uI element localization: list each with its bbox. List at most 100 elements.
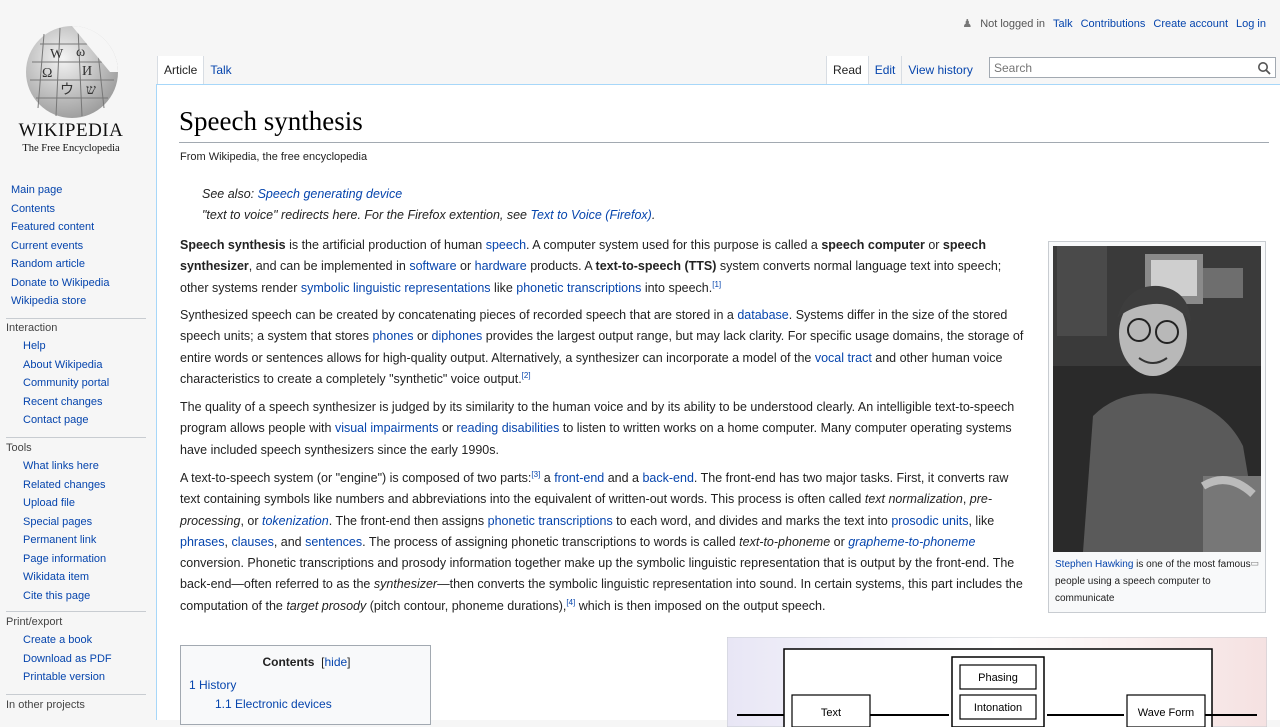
sidebar-item-wikidata-item[interactable]: Wikidata item: [23, 571, 89, 583]
sidebar-item-what-links-here[interactable]: What links here: [23, 460, 99, 472]
diagram-label-phasing: Phasing: [978, 672, 1018, 684]
citation-3[interactable]: [3]: [531, 470, 540, 479]
sidebar-interaction: Help About Wikipedia Community portal Re…: [23, 337, 109, 430]
link-hardware[interactable]: hardware: [475, 259, 527, 273]
sidebar-item-upload-file[interactable]: Upload file: [23, 497, 75, 509]
tagline: From Wikipedia, the free encyclopedia: [180, 151, 368, 163]
link-back-end[interactable]: back-end: [642, 471, 693, 485]
link-text-to-voice[interactable]: Text to Voice (Firefox): [530, 208, 651, 222]
sidebar-item-current-events[interactable]: Current events: [11, 240, 83, 252]
article-paragraph-4: A text-to-speech system (or "engine") is…: [180, 469, 1023, 613]
link-vocal-tract[interactable]: vocal tract: [815, 351, 872, 365]
namespace-tabs: Article Talk: [157, 56, 238, 84]
sidebar-item-random-article[interactable]: Random article: [11, 258, 85, 270]
tab-read[interactable]: Read: [826, 56, 868, 84]
sidebar-item-store[interactable]: Wikipedia store: [11, 295, 86, 307]
sidebar-tools: What links here Related changes Upload f…: [23, 457, 106, 605]
search-input[interactable]: [990, 58, 1248, 77]
citation-4[interactable]: [4]: [566, 598, 575, 607]
enlarge-icon[interactable]: ▭: [1250, 558, 1259, 569]
sidebar-item-download-pdf[interactable]: Download as PDF: [23, 653, 112, 665]
toc-hide-link[interactable]: hide: [324, 655, 347, 669]
personal-tools: ♟ Not logged in Talk Contributions Creat…: [962, 17, 1266, 31]
svg-text:Ω: Ω: [42, 66, 52, 81]
sidebar-item-printable-version[interactable]: Printable version: [23, 671, 105, 683]
tab-talk[interactable]: Talk: [203, 56, 237, 84]
wikipedia-logo[interactable]: Wω Ω Иウש WIKIPEDIA The Free Encyclopedia: [0, 0, 156, 170]
sidebar-item-donate[interactable]: Donate to Wikipedia: [11, 277, 109, 289]
sidebar-item-help[interactable]: Help: [23, 340, 46, 352]
tools-heading: Tools: [6, 442, 32, 454]
tab-view-history[interactable]: View history: [901, 56, 978, 84]
diagram-label-intonation: Intonation: [974, 702, 1022, 714]
link-software[interactable]: software: [409, 259, 456, 273]
hatnote-redirect-prefix: "text to voice" redirects here. For the …: [202, 208, 531, 222]
link-tokenization[interactable]: tokenization: [262, 514, 329, 528]
link-front-end[interactable]: front-end: [554, 471, 604, 485]
sidebar-item-related-changes[interactable]: Related changes: [23, 479, 106, 491]
stephen-hawking-photo[interactable]: [1053, 246, 1261, 552]
create-account-link[interactable]: Create account: [1153, 18, 1228, 30]
sidebar-item-contact-page[interactable]: Contact page: [23, 414, 88, 426]
image-thumbnail: Stephen Hawking is one of the most famou…: [1048, 241, 1266, 613]
sidebar-item-contents[interactable]: Contents: [11, 203, 55, 215]
sidebar-item-featured-content[interactable]: Featured content: [11, 221, 94, 233]
toc-item-electronic-devices[interactable]: 1.1 Electronic devices: [215, 697, 332, 711]
link-visual-impairments[interactable]: visual impairments: [335, 421, 439, 435]
citation-2[interactable]: [2]: [522, 371, 531, 380]
link-speech-generating-device[interactable]: Speech generating device: [258, 187, 403, 201]
wikipedia-globe-icon: Wω Ω Иウ ש: [26, 26, 118, 118]
hatnote-see-also: See also: Speech generating device: [202, 187, 402, 201]
sidebar-item-main-page[interactable]: Main page: [11, 184, 62, 196]
svg-text:ウ: ウ: [60, 82, 74, 98]
toc-hide-bracket-close: ]: [347, 655, 351, 669]
link-clauses[interactable]: clauses: [231, 535, 273, 549]
sidebar-item-special-pages[interactable]: Special pages: [23, 516, 92, 528]
article-paragraph-1: Speech synthesis is the artificial produ…: [180, 238, 1002, 295]
link-reading-disabilities[interactable]: reading disabilities: [457, 421, 560, 435]
toc-header: Contents [hide]: [181, 655, 432, 669]
tab-edit[interactable]: Edit: [867, 56, 902, 84]
link-grapheme-to-phoneme[interactable]: grapheme-to-phoneme: [848, 535, 975, 549]
link-symbolic-linguistic-representations[interactable]: symbolic linguistic representations: [301, 281, 491, 295]
hatnote-redirect: "text to voice" redirects here. For the …: [202, 208, 655, 222]
link-database[interactable]: database: [737, 308, 788, 322]
article-paragraph-2: Synthesized speech can be created by con…: [180, 308, 1024, 386]
link-phonetic-transcriptions-2[interactable]: phonetic transcriptions: [488, 514, 613, 528]
sidebar-item-create-book[interactable]: Create a book: [23, 634, 92, 646]
link-phrases[interactable]: phrases: [180, 535, 224, 549]
hatnote-redirect-suffix: .: [651, 208, 656, 222]
link-sentences[interactable]: sentences: [305, 535, 362, 549]
sidebar-item-about[interactable]: About Wikipedia: [23, 359, 103, 371]
sidebar-item-permanent-link[interactable]: Permanent link: [23, 534, 96, 546]
link-phonetic-transcriptions[interactable]: phonetic transcriptions: [516, 281, 641, 295]
sidebar-divider: [6, 318, 146, 319]
tab-article[interactable]: Article: [157, 56, 204, 84]
interaction-heading: Interaction: [6, 322, 58, 334]
sidebar-item-community-portal[interactable]: Community portal: [23, 377, 109, 389]
link-diphones[interactable]: diphones: [432, 329, 483, 343]
svg-text:ש: ש: [86, 83, 96, 98]
logo-title: WIKIPEDIA: [18, 120, 124, 141]
link-phones[interactable]: phones: [372, 329, 413, 343]
image-caption: Stephen Hawking is one of the most famou…: [1055, 556, 1261, 607]
view-tabs: Read Edit View history: [826, 56, 979, 84]
citation-1[interactable]: [1]: [712, 279, 721, 288]
contributions-link[interactable]: Contributions: [1081, 18, 1146, 30]
tts-diagram: Phasing Intonation Text Wave Form: [727, 637, 1267, 727]
sidebar-navigation: Main page Contents Featured content Curr…: [11, 181, 109, 311]
link-stephen-hawking[interactable]: Stephen Hawking: [1055, 559, 1133, 570]
logo-subtitle: The Free Encyclopedia: [22, 143, 120, 154]
sidebar-item-cite-this-page[interactable]: Cite this page: [23, 590, 90, 602]
sidebar-item-recent-changes[interactable]: Recent changes: [23, 396, 103, 408]
sidebar-item-page-information[interactable]: Page information: [23, 553, 106, 565]
other-projects-heading: In other projects: [6, 699, 85, 711]
personal-talk-link[interactable]: Talk: [1053, 18, 1073, 30]
search-icon[interactable]: [1257, 61, 1271, 75]
link-prosodic-units[interactable]: prosodic units: [891, 514, 968, 528]
link-speech[interactable]: speech: [486, 238, 526, 252]
sidebar-divider: [6, 694, 146, 695]
log-in-link[interactable]: Log in: [1236, 18, 1266, 30]
sidebar-divider: [6, 437, 146, 438]
toc-item-history[interactable]: 1 History: [189, 678, 236, 692]
